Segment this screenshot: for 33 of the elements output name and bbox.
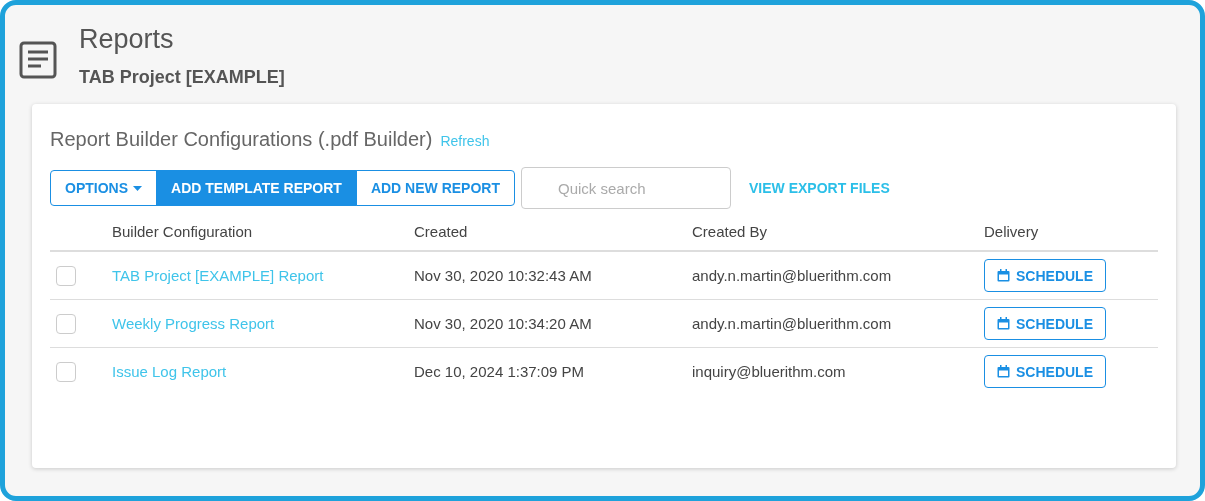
document-icon [19,41,57,79]
report-link[interactable]: Weekly Progress Report [112,315,275,332]
options-dropdown[interactable]: OPTIONS [50,170,157,206]
column-header: Delivery [984,223,1039,240]
calendar-icon [997,365,1010,378]
column-header: Created By [692,223,768,240]
table-cell: inquiry@bluerithm.com [692,363,846,380]
add-template-button[interactable]: ADD TEMPLATE REPORT [156,170,357,206]
search-field[interactable]: Quick search [521,167,731,209]
column-header: Created [414,223,468,240]
schedule-button[interactable]: SCHEDULE [984,355,1106,388]
schedule-button[interactable]: SCHEDULE [984,307,1106,340]
page-title: Reports [79,23,175,55]
calendar-icon [997,317,1010,330]
card-title: Report Builder Configurations (.pdf Builder) [50,128,433,151]
report-link[interactable]: Issue Log Report [112,363,227,380]
report-link[interactable]: TAB Project [EXAMPLE] Report [112,267,324,284]
table-cell: Nov 30, 2020 10:32:43 AM [414,267,592,284]
row-checkbox[interactable] [56,265,76,286]
project-name: TAB Project [EXAMPLE] [79,67,285,88]
calendar-icon [997,269,1010,282]
add-report-button[interactable]: ADD NEW REPORT [355,170,515,206]
table-cell: Nov 30, 2020 10:34:20 AM [414,315,592,332]
column-header: Builder Configuration [112,223,253,240]
caret-icon [133,185,142,191]
table-cell: andy.n.martin@bluerithm.com [692,267,892,284]
refresh-link[interactable]: Refresh [440,133,490,149]
export-files-link[interactable]: VIEW EXPORT FILES [749,180,890,196]
row-checkbox[interactable] [56,361,76,382]
row-checkbox[interactable] [56,313,76,334]
table-cell: Dec 10, 2024 1:37:09 PM [414,363,585,380]
table-cell: andy.n.martin@bluerithm.com [692,315,892,332]
schedule-button[interactable]: SCHEDULE [984,259,1106,292]
